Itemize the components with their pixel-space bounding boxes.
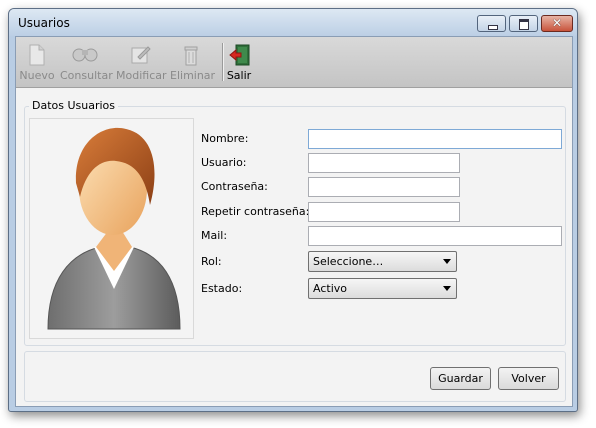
estado-selected-value: Activo	[313, 282, 347, 295]
mail-label: Mail:	[201, 229, 228, 242]
estado-label: Estado:	[201, 282, 243, 295]
eliminar-label: Eliminar	[170, 69, 216, 82]
modificar-label: Modificar	[116, 69, 167, 82]
action-panel: Guardar Volver	[24, 351, 566, 402]
user-avatar-icon	[47, 127, 181, 330]
contrasena-label: Contraseña:	[201, 180, 268, 193]
toolbar: Nuevo Consultar Modificar Eliminar Salir	[16, 37, 572, 88]
usuario-label: Usuario:	[201, 156, 247, 169]
usuario-input[interactable]	[308, 153, 460, 173]
nombre-label: Nombre:	[201, 132, 249, 145]
datos-usuarios-group: Datos Usuarios Nombre: Usuario: Contrase…	[24, 99, 566, 346]
trash-icon	[184, 46, 198, 66]
new-document-icon	[29, 44, 45, 66]
guardar-button[interactable]: Guardar	[430, 367, 491, 390]
repetir-contrasena-label: Repetir contraseña:	[201, 205, 310, 218]
user-photo	[29, 118, 194, 339]
repetir-contrasena-input[interactable]	[308, 202, 460, 222]
client-area: Nuevo Consultar Modificar Eliminar Salir…	[15, 36, 573, 407]
consultar-button[interactable]: Consultar	[60, 42, 113, 82]
exit-door-icon	[229, 44, 250, 66]
volver-button[interactable]: Volver	[498, 367, 559, 390]
rol-select[interactable]: Seleccione…	[308, 251, 457, 272]
group-title: Datos Usuarios	[29, 99, 119, 112]
consultar-label: Consultar	[60, 69, 113, 82]
rol-selected-value: Seleccione…	[313, 255, 384, 268]
binoculars-icon	[72, 48, 98, 62]
mail-input[interactable]	[308, 226, 562, 246]
maximize-button[interactable]	[509, 15, 538, 32]
toolbar-separator	[222, 43, 224, 81]
salir-label: Salir	[226, 69, 252, 82]
minimize-button[interactable]	[477, 15, 506, 32]
rol-label: Rol:	[201, 255, 222, 268]
window-title: Usuarios	[18, 16, 70, 30]
maximize-icon	[519, 19, 529, 30]
modificar-button[interactable]: Modificar	[116, 42, 167, 82]
chevron-down-icon	[443, 286, 451, 291]
minimize-icon	[488, 25, 498, 30]
usuarios-window: Usuarios ✕ Nuevo Consultar Modificar Eli…	[8, 8, 578, 412]
close-button[interactable]: ✕	[541, 15, 573, 32]
chevron-down-icon	[443, 259, 451, 264]
salir-button[interactable]: Salir	[226, 42, 252, 82]
nuevo-button[interactable]: Nuevo	[18, 42, 56, 82]
contrasena-input[interactable]	[308, 177, 460, 197]
nuevo-label: Nuevo	[19, 69, 55, 82]
close-icon: ✕	[552, 16, 563, 30]
estado-select[interactable]: Activo	[308, 278, 457, 299]
nombre-input[interactable]	[308, 129, 562, 149]
title-bar[interactable]: Usuarios ✕	[9, 9, 577, 36]
edit-icon	[131, 46, 151, 64]
eliminar-button[interactable]: Eliminar	[170, 42, 216, 82]
